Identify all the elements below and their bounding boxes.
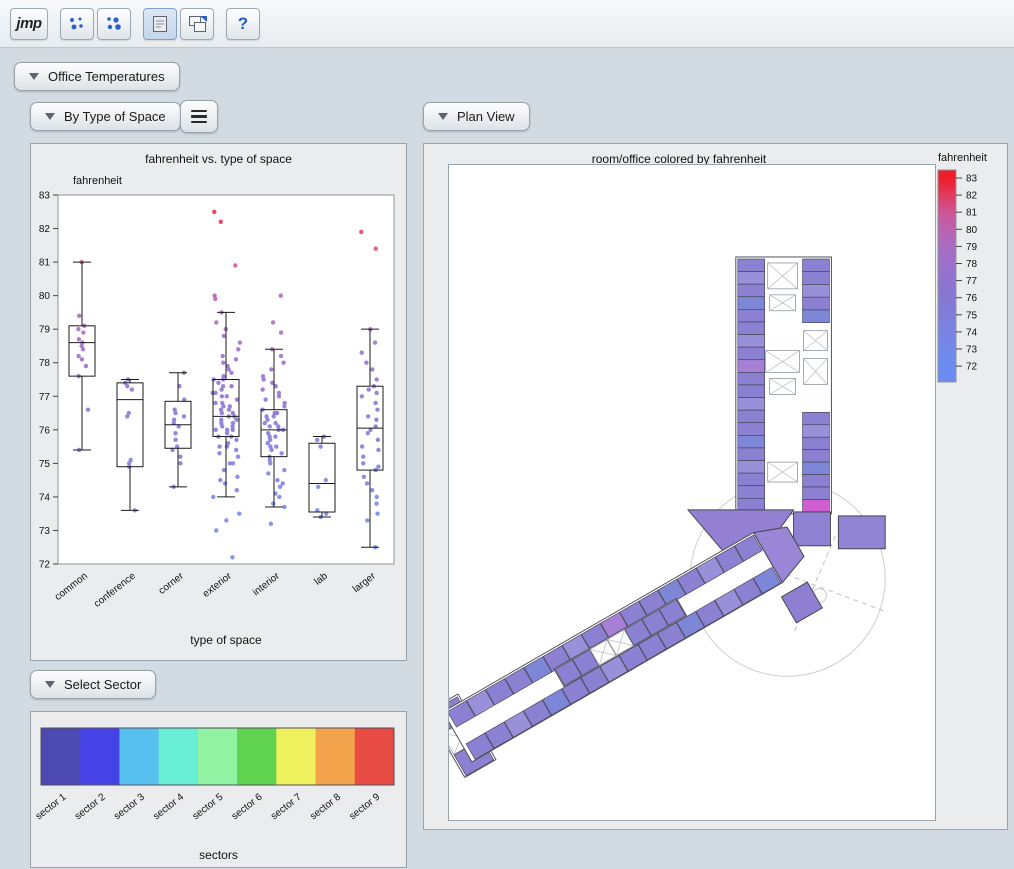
outline-plan-view-label: Plan View bbox=[457, 109, 515, 124]
marker-button-group bbox=[60, 8, 131, 40]
jmp-logo-button[interactable]: jmp bbox=[10, 8, 48, 40]
svg-text:82: 82 bbox=[966, 191, 978, 202]
plan-view-panel: room/office colored by fahrenheit fahren… bbox=[423, 143, 1008, 830]
svg-text:77: 77 bbox=[966, 276, 978, 287]
svg-text:78: 78 bbox=[39, 358, 51, 369]
svg-text:76: 76 bbox=[966, 293, 978, 304]
svg-text:sector 4: sector 4 bbox=[151, 791, 186, 822]
outline-office-temperatures-label: Office Temperatures bbox=[48, 69, 165, 84]
outline-by-type-of-space[interactable]: By Type of Space bbox=[30, 102, 181, 131]
disclosure-triangle-icon bbox=[438, 113, 448, 120]
svg-text:81: 81 bbox=[39, 258, 51, 269]
fahrenheit-legend[interactable]: 83 82 81 80 79 78 77 76 75 74 73 72 bbox=[936, 166, 1006, 416]
svg-text:79: 79 bbox=[966, 242, 978, 253]
disclosure-triangle-icon bbox=[45, 681, 55, 688]
svg-text:81: 81 bbox=[966, 208, 978, 219]
svg-text:79: 79 bbox=[39, 325, 51, 336]
svg-text:82: 82 bbox=[39, 224, 51, 235]
report-window-icon bbox=[148, 12, 172, 36]
scatter-dots-small-icon bbox=[65, 12, 89, 36]
svg-text:sector 1: sector 1 bbox=[34, 791, 69, 822]
svg-text:fahrenheit: fahrenheit bbox=[73, 175, 122, 187]
boxplot-chart[interactable]: fahrenheit 72 73 74 75 76 77 78 79 80 81 82 83 common… bbox=[31, 144, 408, 660]
sector-swatch-strip[interactable]: sector 1sector 2sector 3sector 4sector 5… bbox=[31, 712, 406, 867]
window-button-group bbox=[143, 8, 214, 40]
svg-text:interior: interior bbox=[251, 570, 282, 598]
svg-text:sector 7: sector 7 bbox=[269, 791, 304, 822]
scatter-dots-large-icon bbox=[102, 12, 126, 36]
svg-text:larger: larger bbox=[351, 570, 378, 595]
svg-text:80: 80 bbox=[966, 225, 978, 236]
svg-text:type of space: type of space bbox=[190, 633, 262, 647]
disclosure-triangle-icon bbox=[45, 113, 55, 120]
svg-text:sector 3: sector 3 bbox=[112, 791, 147, 822]
outline-by-type-of-space-label: By Type of Space bbox=[64, 109, 166, 124]
jmp-logo: jmp bbox=[16, 15, 41, 32]
report-window-button[interactable] bbox=[143, 8, 177, 40]
svg-text:conference: conference bbox=[92, 570, 138, 609]
disclosure-triangle-icon bbox=[29, 73, 39, 80]
svg-text:75: 75 bbox=[966, 310, 978, 321]
hamburger-icon bbox=[191, 110, 207, 112]
jmp-window: jmp bbox=[0, 0, 1014, 869]
svg-text:sector 2: sector 2 bbox=[73, 791, 108, 822]
svg-text:74: 74 bbox=[39, 492, 51, 503]
svg-text:80: 80 bbox=[39, 291, 51, 302]
svg-text:76: 76 bbox=[39, 425, 51, 436]
scatter-dots-large-button[interactable] bbox=[97, 8, 131, 40]
svg-text:74: 74 bbox=[966, 327, 978, 338]
outline-plan-view[interactable]: Plan View bbox=[423, 102, 530, 131]
svg-text:corner: corner bbox=[157, 570, 187, 597]
sectors-axis-label: sectors bbox=[31, 848, 406, 862]
svg-text:73: 73 bbox=[966, 345, 978, 356]
svg-text:exterior: exterior bbox=[201, 570, 235, 600]
arrange-windows-button[interactable] bbox=[180, 8, 214, 40]
toolbar: jmp bbox=[0, 0, 1014, 48]
svg-text:75: 75 bbox=[39, 459, 51, 470]
help-icon: ? bbox=[238, 14, 248, 34]
help-button[interactable]: ? bbox=[226, 8, 260, 40]
svg-text:73: 73 bbox=[39, 526, 51, 537]
outline-select-sector-label: Select Sector bbox=[64, 677, 141, 692]
svg-text:72: 72 bbox=[966, 362, 978, 373]
svg-text:sector 8: sector 8 bbox=[308, 791, 343, 822]
svg-text:sector 5: sector 5 bbox=[191, 791, 226, 822]
local-data-filter-menu-button[interactable] bbox=[180, 100, 218, 133]
floorplan-plot-area bbox=[448, 164, 936, 821]
svg-text:sector 6: sector 6 bbox=[230, 791, 265, 822]
svg-text:common: common bbox=[53, 571, 90, 603]
arrange-windows-icon bbox=[185, 12, 209, 36]
floorplan-map[interactable] bbox=[449, 165, 933, 818]
legend-title: fahrenheit bbox=[938, 152, 987, 164]
svg-text:83: 83 bbox=[39, 191, 51, 202]
outline-select-sector[interactable]: Select Sector bbox=[30, 670, 156, 699]
boxplot-panel: fahrenheit vs. type of space fahrenheit7… bbox=[30, 143, 407, 661]
outline-office-temperatures[interactable]: Office Temperatures bbox=[14, 62, 180, 91]
svg-text:72: 72 bbox=[39, 560, 51, 571]
svg-text:83: 83 bbox=[966, 174, 978, 185]
scatter-dots-small-button[interactable] bbox=[60, 8, 94, 40]
sector-selector-panel: sector 1sector 2sector 3sector 4sector 5… bbox=[30, 711, 407, 868]
svg-text:78: 78 bbox=[966, 259, 978, 270]
svg-text:sector 9: sector 9 bbox=[347, 791, 382, 822]
svg-text:lab: lab bbox=[313, 570, 331, 587]
svg-text:77: 77 bbox=[39, 392, 51, 403]
